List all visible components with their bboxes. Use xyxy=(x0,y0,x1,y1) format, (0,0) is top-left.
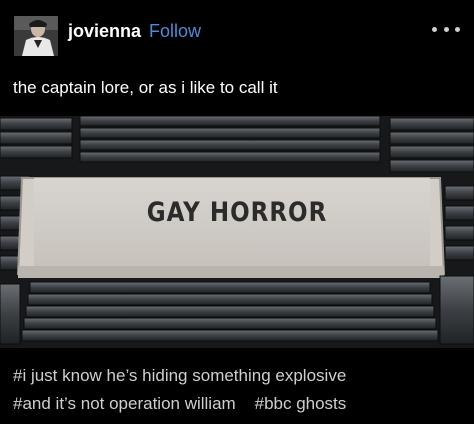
tag-link[interactable]: #and it’s not operation william xyxy=(13,394,236,413)
dot-icon xyxy=(455,26,460,32)
post-tags: #i just know he’s hiding something explo… xyxy=(13,362,468,418)
tag-link[interactable]: #i just know he’s hiding something explo… xyxy=(13,366,346,385)
avatar[interactable] xyxy=(14,16,58,56)
post-caption: the captain lore, or as i like to call i… xyxy=(13,78,278,97)
post-photo: GAY HORROR xyxy=(0,116,474,348)
sign-text: GAY HORROR xyxy=(146,198,328,228)
tag-link[interactable]: #bbc ghosts xyxy=(255,394,347,413)
follow-button[interactable]: Follow xyxy=(149,21,201,42)
dot-icon xyxy=(443,26,449,32)
dot-icon xyxy=(432,26,437,32)
post-header: jovienna Follow xyxy=(0,0,474,68)
dvd-rack-illustration xyxy=(0,116,474,348)
more-options-icon[interactable] xyxy=(432,24,460,34)
username[interactable]: jovienna xyxy=(68,21,141,42)
